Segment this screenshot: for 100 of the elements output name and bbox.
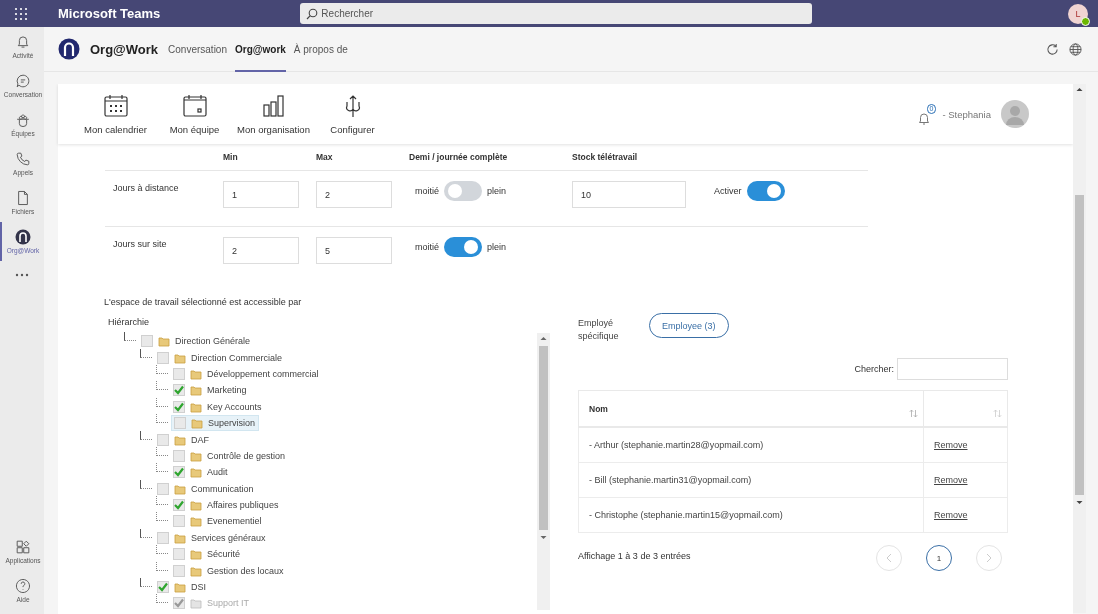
toggle-label: plein xyxy=(487,242,507,252)
folder-icon xyxy=(190,499,202,512)
tree-node[interactable]: Développement commercial xyxy=(171,366,322,381)
max-field[interactable]: 2 xyxy=(316,181,392,208)
folder-icon xyxy=(190,449,202,462)
calendar-icon xyxy=(102,93,129,118)
page-button[interactable]: 1 xyxy=(926,545,952,571)
checkbox[interactable] xyxy=(157,433,169,446)
toolbar-item[interactable]: Mon équipe xyxy=(155,93,234,135)
tree-node[interactable]: Direction Générale xyxy=(139,334,254,349)
toggle-switch[interactable] xyxy=(746,181,785,201)
tab[interactable]: Org@work xyxy=(235,26,286,72)
sort-icon xyxy=(909,409,918,418)
bell-icon xyxy=(917,111,930,125)
stock-field[interactable]: 10 xyxy=(572,181,686,208)
row-label: Jours à distance xyxy=(112,182,180,195)
tree-node[interactable]: Evenementiel xyxy=(171,514,265,529)
tree-node[interactable]: Sécurité xyxy=(171,547,244,562)
folder-icon xyxy=(190,597,202,610)
checkbox[interactable] xyxy=(173,400,185,413)
chevron-right-icon xyxy=(986,553,992,563)
search-label: Chercher: xyxy=(854,364,894,374)
app-title: Microsoft Teams xyxy=(58,6,161,21)
tree-node[interactable]: Gestion des locaux xyxy=(171,563,287,578)
max-field[interactable]: 5 xyxy=(316,237,392,264)
app-logo-icon xyxy=(58,38,80,60)
team-icon xyxy=(15,112,31,128)
folder-icon xyxy=(174,581,186,594)
folder-icon xyxy=(190,384,202,397)
min-field[interactable]: 1 xyxy=(223,181,299,208)
tree-node[interactable]: Key Accounts xyxy=(171,399,265,414)
toolbar-item[interactable]: Mon calendrier xyxy=(76,93,155,135)
toggle-label: plein xyxy=(487,186,507,196)
table-cell: - Arthur (stephanie.martin28@yopmail.com) xyxy=(578,427,924,463)
checkbox[interactable] xyxy=(157,482,169,495)
tree-node[interactable]: Supervision xyxy=(171,415,260,432)
folder-icon xyxy=(190,548,202,561)
user-avatar[interactable]: L xyxy=(1068,3,1088,24)
toggle-switch[interactable] xyxy=(444,181,482,201)
toggle-switch[interactable] xyxy=(444,237,482,257)
bar-chart-icon xyxy=(260,93,287,118)
access-caption: L'espace de travail sélectionné est accessible par xyxy=(104,297,303,307)
min-field[interactable]: 2 xyxy=(223,237,299,264)
previous-page-button[interactable] xyxy=(876,545,902,571)
folder-icon xyxy=(174,433,186,446)
table-cell: - Bill (stephanie.martin31@yopmail.com) xyxy=(578,462,924,498)
employee-label: Employé spécifique xyxy=(578,317,620,343)
search-field[interactable]: Rechercher xyxy=(300,3,813,24)
user-name: - Stephania xyxy=(942,108,991,120)
tree-node[interactable]: Direction Commerciale xyxy=(155,350,286,365)
folder-icon xyxy=(190,564,202,577)
tree-node[interactable]: Marketing xyxy=(171,383,250,398)
remove-link[interactable]: Remove xyxy=(934,510,968,520)
toggle-label: Activer xyxy=(714,186,742,196)
globe-icon[interactable] xyxy=(1069,42,1082,56)
remove-link[interactable]: Remove xyxy=(934,440,968,450)
tree-node[interactable]: Communication xyxy=(155,481,257,496)
toolbar-item[interactable]: Configurer xyxy=(313,93,392,135)
folder-icon xyxy=(190,400,202,413)
tree-node[interactable]: DSI xyxy=(155,580,209,595)
next-page-button[interactable] xyxy=(976,545,1002,571)
column-header: Stock télétravail xyxy=(572,152,639,162)
checkbox[interactable] xyxy=(174,417,186,430)
refresh-icon[interactable] xyxy=(1046,42,1059,56)
more-icon[interactable] xyxy=(15,273,29,277)
folder-icon xyxy=(174,351,186,364)
scrollbar[interactable] xyxy=(537,333,550,610)
help-icon xyxy=(15,578,31,594)
toolbar-item[interactable]: Mon organisation xyxy=(234,93,313,135)
checkbox[interactable] xyxy=(173,564,185,577)
apps-icon xyxy=(15,539,31,555)
app-launcher-icon[interactable] xyxy=(14,6,28,21)
tree-node[interactable]: Affaires publiques xyxy=(171,498,282,513)
checkbox[interactable] xyxy=(157,351,169,364)
tree-node[interactable]: Audit xyxy=(171,465,231,480)
search-field[interactable] xyxy=(897,358,1008,380)
remove-link[interactable]: Remove xyxy=(934,475,968,485)
checkbox[interactable] xyxy=(173,515,185,528)
tab[interactable]: À propos de xyxy=(293,26,348,72)
checkbox[interactable] xyxy=(157,581,169,594)
column-header[interactable] xyxy=(923,390,1008,427)
checkbox[interactable] xyxy=(173,449,185,462)
phone-icon xyxy=(15,151,31,167)
checkbox[interactable] xyxy=(141,335,153,348)
tree-node[interactable]: Services généraux xyxy=(155,530,269,545)
employee-button[interactable]: Employee (3) xyxy=(649,313,729,338)
folder-icon xyxy=(190,515,202,528)
checkbox[interactable] xyxy=(173,466,185,479)
tab[interactable]: Conversation xyxy=(168,26,227,72)
checkbox[interactable] xyxy=(157,531,169,544)
tree-node[interactable]: DAF xyxy=(155,432,212,447)
checkbox[interactable] xyxy=(173,499,185,512)
search-icon xyxy=(306,7,319,20)
checkbox[interactable] xyxy=(173,548,185,561)
checkbox[interactable] xyxy=(173,367,185,380)
bell-icon xyxy=(15,34,31,50)
checkbox[interactable] xyxy=(173,384,185,397)
column-header[interactable]: Nom xyxy=(578,390,924,427)
scrollbar[interactable] xyxy=(1073,84,1086,613)
tree-node[interactable]: Contrôle de gestion xyxy=(171,448,289,463)
